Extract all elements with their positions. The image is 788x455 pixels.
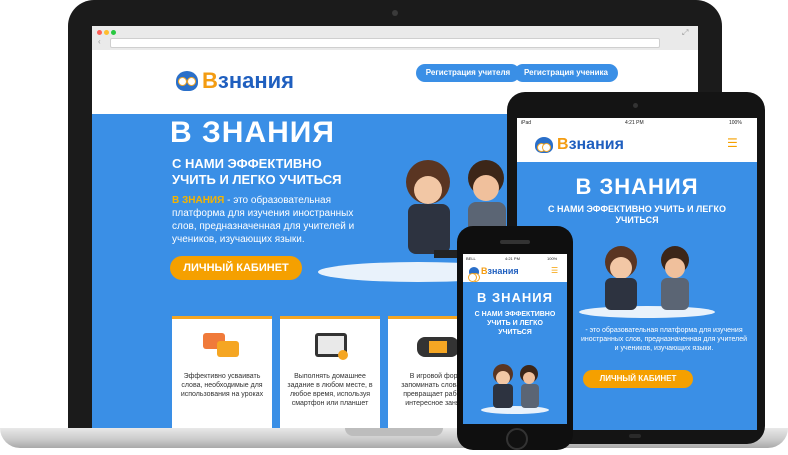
personal-cabinet-button[interactable]: ЛИЧНЫЙ КАБИНЕТ: [170, 256, 302, 280]
expand-icon[interactable]: ⤢: [682, 28, 688, 38]
owl-logo-icon: [535, 137, 553, 153]
back-arrow-icon[interactable]: ‹: [98, 37, 101, 46]
hero-description-accent: В ЗНАНИЯ: [172, 195, 225, 206]
phone-speaker: [500, 240, 530, 244]
tablet-home-button[interactable]: [629, 434, 641, 438]
phone-carrier: BELL: [466, 256, 476, 261]
laptop-camera: [392, 10, 398, 16]
site-logo[interactable]: Взнания: [176, 68, 294, 94]
register-teacher-button[interactable]: Регистрация учителя: [416, 64, 520, 82]
tablet-logo-prefix: В: [557, 136, 569, 153]
phone-home-button[interactable]: [506, 428, 528, 450]
tablet-battery: 100%: [729, 120, 742, 126]
tablet-camera: [633, 103, 638, 108]
owl-logo-icon: [468, 266, 480, 282]
logo-text: знания: [217, 68, 294, 93]
phone-site-header: Взнания ☰: [463, 262, 567, 282]
close-dot-icon[interactable]: [97, 30, 102, 35]
phone-hero-subtitle: С НАМИ ЭФФЕКТИВНО УЧИТЬ И ЛЕГКО УЧИТЬСЯ: [474, 311, 556, 336]
register-student-button[interactable]: Регистрация ученика: [514, 64, 618, 82]
tablet-hand-icon: [315, 333, 348, 360]
tablet-time: 4:21 PM: [625, 120, 644, 126]
tablet-logo-text: знания: [568, 136, 624, 153]
hero-subtitle-line1: С НАМИ ЭФФЕКТИВНО: [172, 156, 322, 171]
feature-card-1-text: Эффективно усваивать слова, необходимые …: [180, 373, 264, 398]
phone-hero-title: В ЗНАНИЯ: [477, 290, 553, 305]
tablet-logo[interactable]: Взнания: [535, 136, 624, 154]
feature-card-2: Выполнять домашнее задание в любом месте…: [280, 316, 380, 428]
phone-logo[interactable]: Взнания: [468, 266, 519, 282]
owl-logo-icon: [176, 71, 198, 91]
phone-screen: BELL 4:21 PM 100% Взнания ☰ В ЗНАНИЯ С Н…: [463, 254, 567, 424]
game-console-icon: [417, 337, 459, 357]
tablet-hero-description: - это образовательная платформа для изуч…: [580, 327, 748, 352]
laptop-notch: [345, 428, 443, 436]
tablet-status-bar: iPad 4:21 PM 100%: [517, 118, 757, 128]
phone-battery: 100%: [547, 256, 558, 261]
chat-bubbles-icon: [203, 333, 239, 357]
feature-card-2-text: Выполнять домашнее задание в любом месте…: [287, 373, 373, 407]
browser-chrome: ‹ ⤢: [92, 26, 698, 51]
tablet-menu-icon[interactable]: ☰: [727, 136, 738, 150]
tablet-site-header: Взнания ☰: [517, 128, 757, 162]
tablet-carrier: iPad: [521, 120, 532, 126]
feature-card-1: Эффективно усваивать слова, необходимые …: [172, 316, 272, 428]
phone-logo-text: знания: [487, 266, 519, 276]
maximize-dot-icon[interactable]: [111, 30, 116, 35]
tablet-hero-subtitle: С НАМИ ЭФФЕКТИВНО УЧИТЬ И ЛЕГКО УЧИТЬСЯ: [548, 204, 726, 225]
phone-kids-illustration: [481, 364, 549, 414]
address-bar[interactable]: [110, 38, 660, 48]
logo-prefix: В: [202, 68, 218, 93]
phone-time: 4:21 PM: [505, 256, 520, 261]
tablet-personal-cabinet-button[interactable]: ЛИЧНЫЙ КАБИНЕТ: [583, 370, 693, 388]
phone-status-bar: BELL 4:21 PM 100%: [463, 254, 567, 262]
tablet-hero-title: В ЗНАНИЯ: [575, 174, 699, 199]
phone-menu-icon[interactable]: ☰: [551, 266, 558, 275]
minimize-dot-icon[interactable]: [104, 30, 109, 35]
tablet-kids-illustration: [579, 246, 715, 318]
